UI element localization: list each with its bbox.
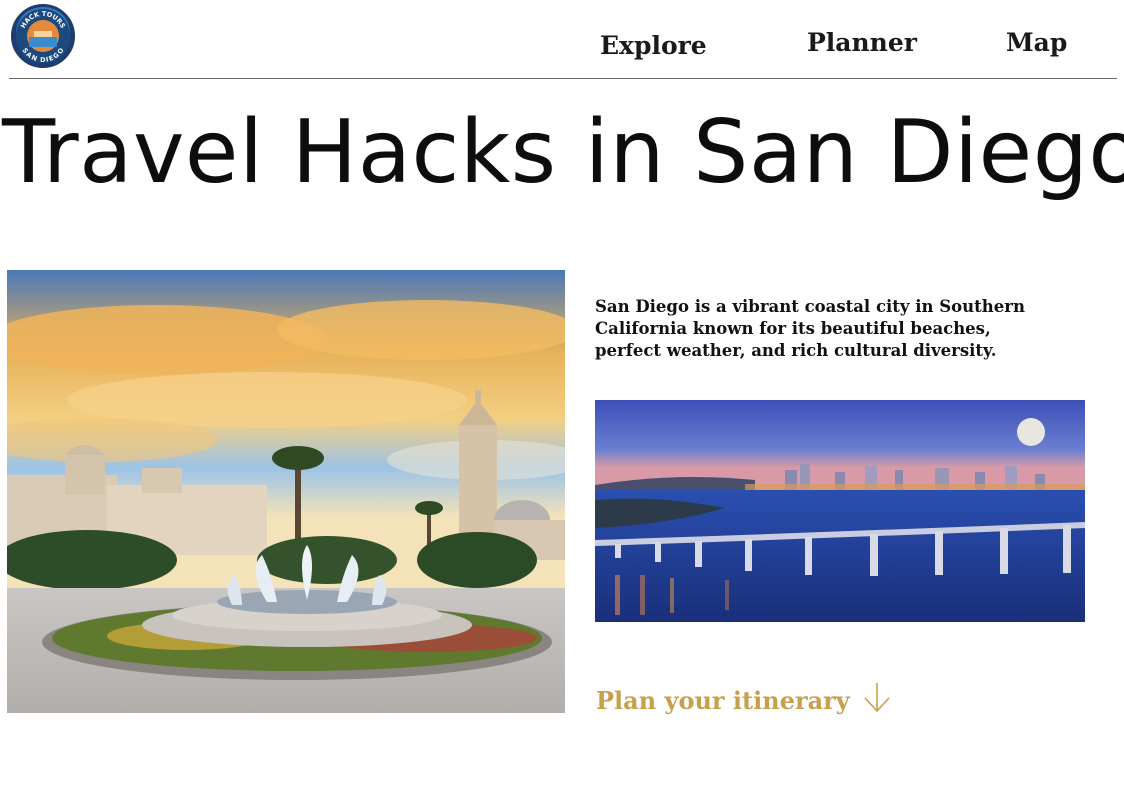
- intro-text: San Diego is a vibrant coastal city in S…: [595, 297, 1025, 360]
- plan-itinerary-label: Plan your itinerary: [596, 685, 850, 715]
- plan-itinerary-link[interactable]: Plan your itinerary: [596, 683, 892, 717]
- coronado-bridge-photo: [595, 400, 1085, 622]
- nav-map-link[interactable]: Map: [1006, 28, 1067, 57]
- nav-planner-link[interactable]: Planner: [807, 28, 917, 57]
- balboa-park-photo: [7, 270, 565, 713]
- site-header: HACK TOURS SAN DIEGO Explore Planner Map: [0, 0, 1124, 82]
- header-divider: [9, 78, 1117, 79]
- arrow-down-icon: [862, 681, 892, 719]
- main-nav: Explore Planner Map: [0, 28, 1124, 62]
- page-title: Travel Hacks in San Diego: [2, 101, 1124, 203]
- nav-explore-link[interactable]: Explore: [600, 31, 707, 60]
